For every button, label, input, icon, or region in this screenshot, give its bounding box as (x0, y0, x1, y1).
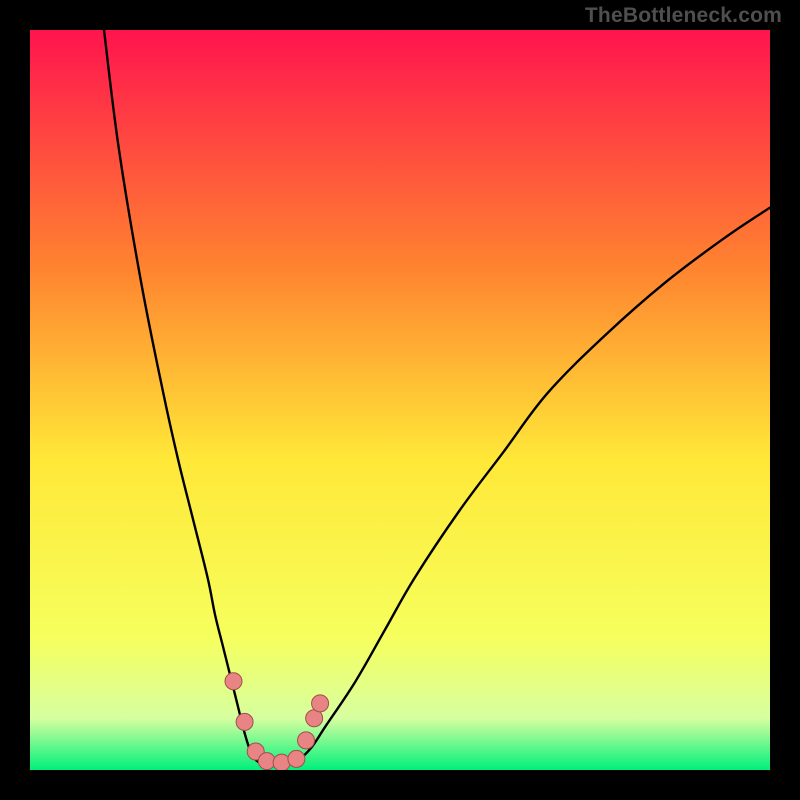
marker-point (298, 732, 315, 749)
plot-svg (30, 30, 770, 770)
marker-point (236, 713, 253, 730)
marker-point (225, 673, 242, 690)
chart-frame: TheBottleneck.com (0, 0, 800, 800)
plot-area (30, 30, 770, 770)
gradient-background (30, 30, 770, 770)
marker-point (273, 754, 290, 770)
watermark-text: TheBottleneck.com (585, 4, 782, 28)
marker-point (312, 695, 329, 712)
marker-point (288, 750, 305, 767)
